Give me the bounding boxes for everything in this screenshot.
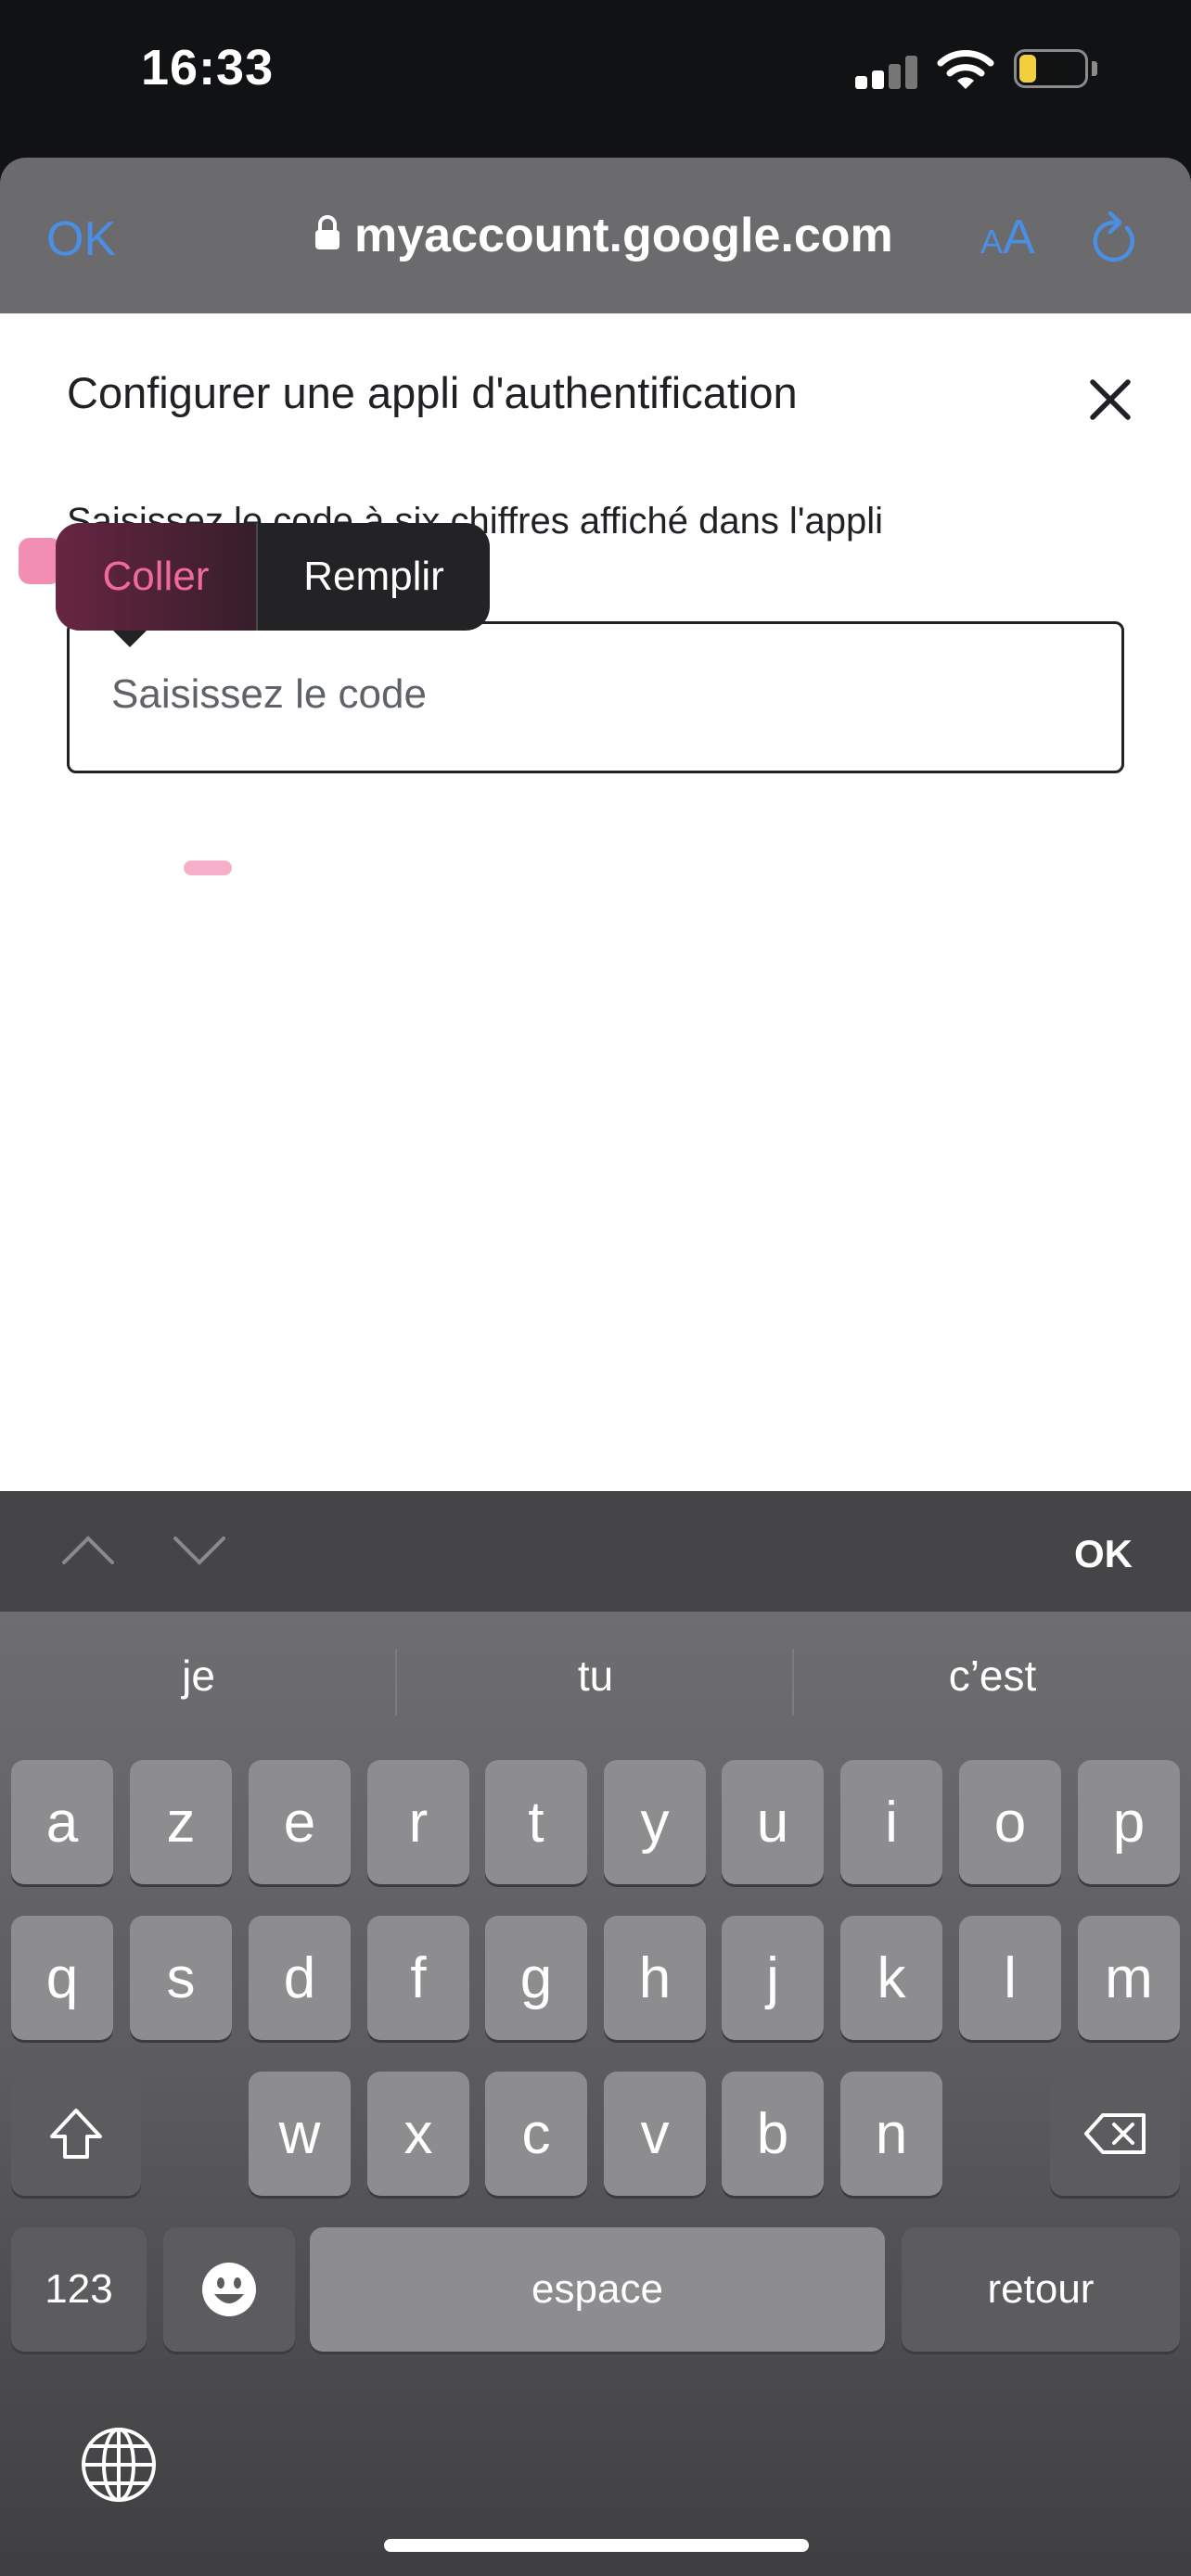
backspace-icon — [1084, 2113, 1146, 2154]
code-input-placeholder: Saisissez le code — [111, 671, 427, 717]
key[interactable]: g — [485, 1916, 587, 2040]
key[interactable]: k — [840, 1916, 942, 2040]
close-icon[interactable] — [1087, 376, 1133, 427]
numbers-key[interactable]: 123 — [11, 2227, 147, 2352]
key[interactable]: l — [959, 1916, 1061, 2040]
key[interactable]: v — [604, 2072, 706, 2196]
key[interactable]: n — [840, 2072, 942, 2196]
key[interactable]: c — [485, 2072, 587, 2196]
reload-icon[interactable] — [1090, 210, 1138, 268]
delete-key[interactable] — [1050, 2072, 1180, 2196]
key[interactable]: p — [1078, 1760, 1180, 1884]
accessory-done-button[interactable]: OK — [1074, 1532, 1133, 1576]
dialog-title: Configurer une appli d'authentification — [67, 368, 798, 417]
key[interactable]: x — [367, 2072, 469, 2196]
paste-button[interactable]: Coller — [56, 523, 256, 631]
key[interactable]: e — [249, 1760, 351, 1884]
return-key[interactable]: retour — [902, 2227, 1180, 2352]
shift-key[interactable] — [11, 2072, 141, 2196]
key[interactable]: j — [722, 1916, 824, 2040]
key[interactable]: o — [959, 1760, 1061, 1884]
key[interactable]: f — [367, 1916, 469, 2040]
key[interactable]: w — [249, 2072, 351, 2196]
suggestion-item[interactable]: c’est — [794, 1651, 1191, 1701]
status-time: 16:33 — [141, 40, 275, 96]
globe-icon[interactable] — [80, 2426, 158, 2508]
key[interactable]: z — [130, 1760, 232, 1884]
autofill-button[interactable]: Remplir — [258, 523, 490, 631]
key[interactable]: h — [604, 1916, 706, 2040]
battery-icon: 8 — [1014, 49, 1088, 88]
url-text: myaccount.google.com — [354, 209, 893, 262]
key[interactable]: i — [840, 1760, 942, 1884]
key[interactable]: b — [722, 2072, 824, 2196]
key[interactable]: d — [249, 1916, 351, 2040]
reader-settings-button[interactable]: AA — [980, 210, 1035, 265]
done-button[interactable]: OK — [46, 211, 116, 267]
page-content — [0, 313, 1191, 1491]
highlight-mark — [184, 861, 232, 875]
address-bar[interactable]: myaccount.google.com — [314, 208, 893, 263]
keyboard — [0, 1612, 1191, 2576]
battery-level: 8 — [1042, 51, 1060, 86]
key[interactable]: a — [11, 1760, 113, 1884]
key[interactable]: q — [11, 1916, 113, 2040]
key[interactable]: r — [367, 1760, 469, 1884]
emoji-icon — [202, 2263, 256, 2316]
home-indicator[interactable] — [384, 2539, 809, 2552]
lock-icon — [314, 208, 341, 263]
wifi-icon — [937, 48, 994, 96]
key[interactable]: u — [722, 1760, 824, 1884]
suggestion-item[interactable]: tu — [397, 1651, 794, 1701]
battery-cap — [1092, 61, 1097, 76]
key[interactable]: s — [130, 1916, 232, 2040]
emoji-key[interactable] — [163, 2227, 295, 2352]
key[interactable]: t — [485, 1760, 587, 1884]
shift-icon — [50, 2109, 102, 2159]
suggestion-item[interactable]: je — [0, 1651, 397, 1701]
space-key[interactable]: espace — [310, 2227, 885, 2352]
key[interactable]: y — [604, 1760, 706, 1884]
cellular-signal-icon — [855, 56, 918, 89]
next-field-icon[interactable] — [173, 1536, 226, 1572]
previous-field-icon[interactable] — [61, 1534, 115, 1570]
key[interactable]: m — [1078, 1916, 1180, 2040]
